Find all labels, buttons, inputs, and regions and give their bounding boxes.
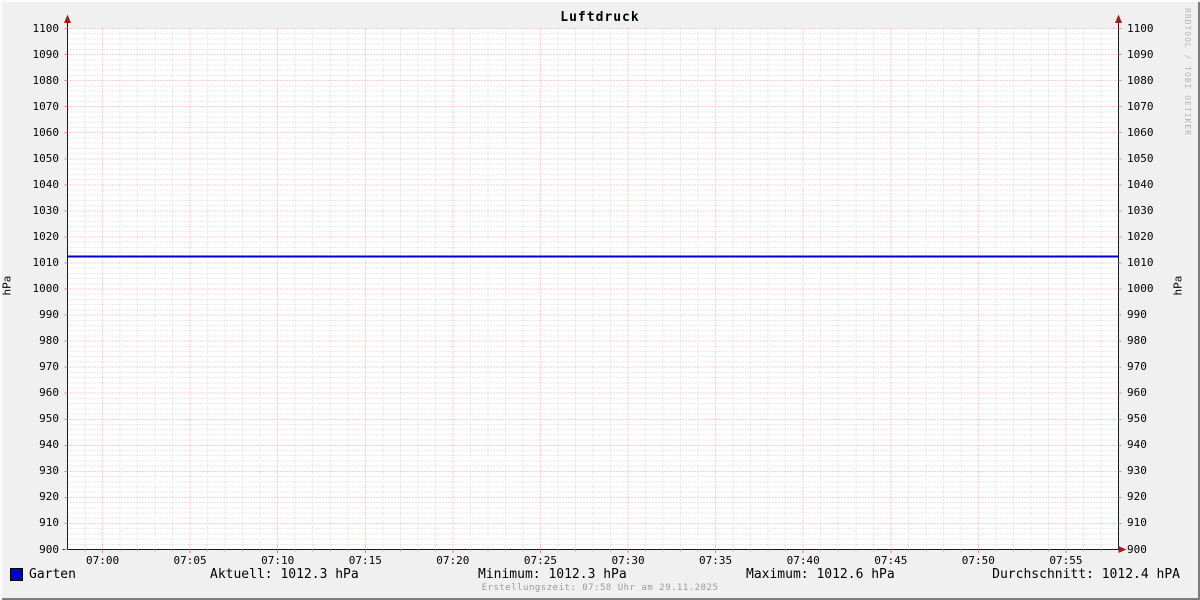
y-tick-label-left: 950: [0, 412, 59, 425]
legend-and-stats-row: Garten Aktuell: 1012.3 hPa Minimum: 1012…: [0, 567, 1200, 582]
y-tick-label-left: 1070: [0, 100, 59, 113]
x-axis-arrow: [1119, 546, 1127, 553]
y-tick-label-right: 930: [1127, 464, 1167, 477]
x-tick-label: 07:30: [606, 555, 650, 567]
y-tick-label-left: 910: [0, 516, 59, 529]
y-tick-label-left: 980: [0, 334, 59, 347]
y-tick-label-left: 1080: [0, 74, 59, 87]
y-tick-label-left: 920: [0, 490, 59, 503]
x-tick-label: 07:35: [694, 555, 738, 567]
y-tick-label-left: 970: [0, 360, 59, 373]
y-tick-label-right: 1050: [1127, 152, 1167, 165]
y-tick-label-right: 950: [1127, 412, 1167, 425]
y-tick-label-right: 1030: [1127, 204, 1167, 217]
y-tick-label-right: 1040: [1127, 178, 1167, 191]
y-tick-label-left: 1010: [0, 256, 59, 269]
y-tick-label-right: 990: [1127, 308, 1167, 321]
y-tick-label-left: 1060: [0, 126, 59, 139]
stat-maximum: Maximum: 1012.6 hPa: [746, 567, 895, 582]
series-legend-label: Garten: [29, 567, 76, 582]
x-tick-label: 07:50: [956, 555, 1000, 567]
y-tick-label-left: 930: [0, 464, 59, 477]
y-tick-label-right: 970: [1127, 360, 1167, 373]
page-title: Luftdruck: [0, 10, 1200, 25]
y-tick-label-right: 1010: [1127, 256, 1167, 269]
y-tick-label-left: 960: [0, 386, 59, 399]
x-tick-label: 07:00: [81, 555, 125, 567]
stat-minimum: Minimum: 1012.3 hPa: [478, 567, 627, 582]
y-tick-label-right: 940: [1127, 438, 1167, 451]
x-tick-label: 07:20: [431, 555, 475, 567]
y-tick-label-right: 1070: [1127, 100, 1167, 113]
y-tick-label-left: 1020: [0, 230, 59, 243]
y-tick-label-right: 980: [1127, 334, 1167, 347]
x-tick-label: 07:10: [256, 555, 300, 567]
y-tick-label-left: 1100: [0, 22, 59, 35]
x-tick-label: 07:40: [781, 555, 825, 567]
y-tick-label-left: 940: [0, 438, 59, 451]
y-tick-label-right: 1000: [1127, 282, 1167, 295]
x-tick-label: 07:05: [168, 555, 212, 567]
creation-timestamp: Erstellungszeit: 07:58 Uhr am 29.11.2025: [0, 583, 1200, 593]
stat-current: Aktuell: 1012.3 hPa: [210, 567, 359, 582]
y-tick-label-left: 990: [0, 308, 59, 321]
y-tick-label-right: 1060: [1127, 126, 1167, 139]
y-tick-label-right: 920: [1127, 490, 1167, 503]
y-tick-label-right: 1080: [1127, 74, 1167, 87]
y-tick-label-left: 1000: [0, 282, 59, 295]
x-tick-label: 07:45: [869, 555, 913, 567]
x-tick-label: 07:15: [343, 555, 387, 567]
x-tick-label: 07:55: [1044, 555, 1088, 567]
y-tick-label-left: 900: [0, 543, 59, 556]
y-tick-label-left: 1030: [0, 204, 59, 217]
y-axis-unit-right: hPa: [1172, 266, 1185, 306]
y-tick-label-right: 1020: [1127, 230, 1167, 243]
y-tick-label-right: 1090: [1127, 48, 1167, 61]
y-tick-label-left: 1090: [0, 48, 59, 61]
rrdtool-watermark: RRDTOOL / TOBI OETIKER: [1183, 8, 1192, 136]
y-tick-label-left: 1040: [0, 178, 59, 191]
y-tick-label-left: 1050: [0, 152, 59, 165]
y-tick-label-right: 960: [1127, 386, 1167, 399]
rrdtool-pressure-graph: Luftdruck RRDTOOL / TOBI OETIKER hPa hPa…: [0, 0, 1200, 600]
y-tick-label-right: 900: [1127, 543, 1167, 556]
y-tick-label-right: 1100: [1127, 22, 1167, 35]
series-color-swatch: [10, 568, 23, 581]
y-tick-label-right: 910: [1127, 516, 1167, 529]
chart-canvas: [0, 0, 1200, 600]
stat-average: Durchschnitt: 1012.4 hPA: [992, 567, 1180, 582]
x-tick-label: 07:25: [518, 555, 562, 567]
